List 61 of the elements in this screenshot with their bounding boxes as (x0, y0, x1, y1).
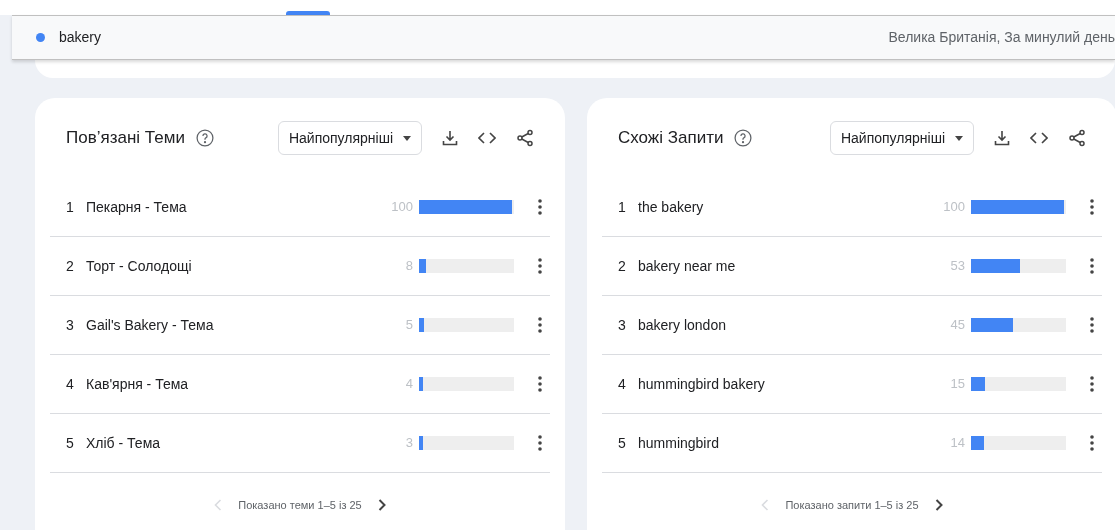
sort-dropdown[interactable]: Найпопулярніші (829, 121, 974, 155)
row-label[interactable]: Торт - Солодощі (86, 255, 192, 277)
row-label[interactable]: Пекарня - Тема (86, 196, 187, 218)
row-label[interactable]: the bakery (638, 196, 704, 218)
row-value: 5 (405, 316, 413, 335)
row-value: 100 (943, 198, 965, 217)
rank-number: 1 (618, 197, 627, 217)
more-options-icon[interactable] (538, 376, 542, 392)
rank-number: 3 (618, 315, 627, 335)
more-options-icon[interactable] (538, 317, 542, 333)
rank-number: 4 (618, 374, 627, 394)
pagination-text: Показано теми 1–5 із 25 (238, 498, 362, 513)
download-icon[interactable] (442, 130, 458, 146)
panel-title: Схожі Запити (618, 127, 724, 150)
next-page-icon[interactable] (934, 499, 943, 512)
download-icon[interactable] (994, 130, 1010, 146)
rank-number: 5 (66, 433, 75, 453)
row-value: 8 (405, 257, 413, 276)
rank-number: 2 (66, 256, 75, 276)
row-label[interactable]: bakery london (638, 314, 726, 336)
rank-number: 4 (66, 374, 75, 394)
row-value: 14 (950, 434, 965, 453)
rank-number: 3 (66, 315, 75, 335)
rank-number: 1 (66, 197, 75, 217)
panel-title: Пов’язані Теми (66, 127, 185, 150)
help-icon[interactable] (733, 128, 754, 148)
row-value: 45 (950, 316, 965, 335)
row-label[interactable]: hummingbird (638, 432, 719, 454)
more-options-icon[interactable] (538, 199, 542, 215)
caret-icon (403, 135, 411, 141)
more-options-icon[interactable] (538, 435, 542, 451)
row-value: 53 (950, 257, 965, 276)
search-term: bakery (59, 28, 102, 47)
tab-indicator (286, 11, 330, 15)
row-value: 100 (391, 198, 413, 217)
next-page-icon[interactable] (377, 499, 386, 512)
row-value: 15 (950, 375, 965, 394)
row-value: 4 (405, 375, 413, 394)
help-icon[interactable] (194, 128, 215, 148)
more-options-icon[interactable] (538, 258, 542, 274)
more-options-icon[interactable] (1090, 376, 1094, 392)
more-options-icon[interactable] (1090, 199, 1094, 215)
pagination-text: Показано запити 1–5 із 25 (785, 498, 919, 513)
row-label[interactable]: bakery near me (638, 255, 736, 277)
region-period-text: Велика Британія, За минулий день (888, 28, 1115, 47)
embed-code-icon[interactable] (478, 132, 496, 144)
embed-code-icon[interactable] (1030, 132, 1048, 144)
row-label[interactable]: Кав'ярня - Тема (86, 373, 189, 395)
row-label[interactable]: Gail's Bakery - Тема (86, 314, 214, 336)
row-label[interactable]: Хліб - Тема (86, 432, 161, 454)
rank-number: 5 (618, 433, 627, 453)
row-value: 3 (405, 434, 413, 453)
row-label[interactable]: hummingbird bakery (638, 373, 765, 395)
sort-dropdown[interactable]: Найпопулярніші (277, 121, 422, 155)
share-icon[interactable] (1068, 129, 1086, 147)
rank-number: 2 (618, 256, 627, 276)
more-options-icon[interactable] (1090, 435, 1094, 451)
more-options-icon[interactable] (1090, 258, 1094, 274)
caret-icon (955, 135, 963, 141)
more-options-icon[interactable] (1090, 317, 1094, 333)
share-icon[interactable] (516, 129, 534, 147)
